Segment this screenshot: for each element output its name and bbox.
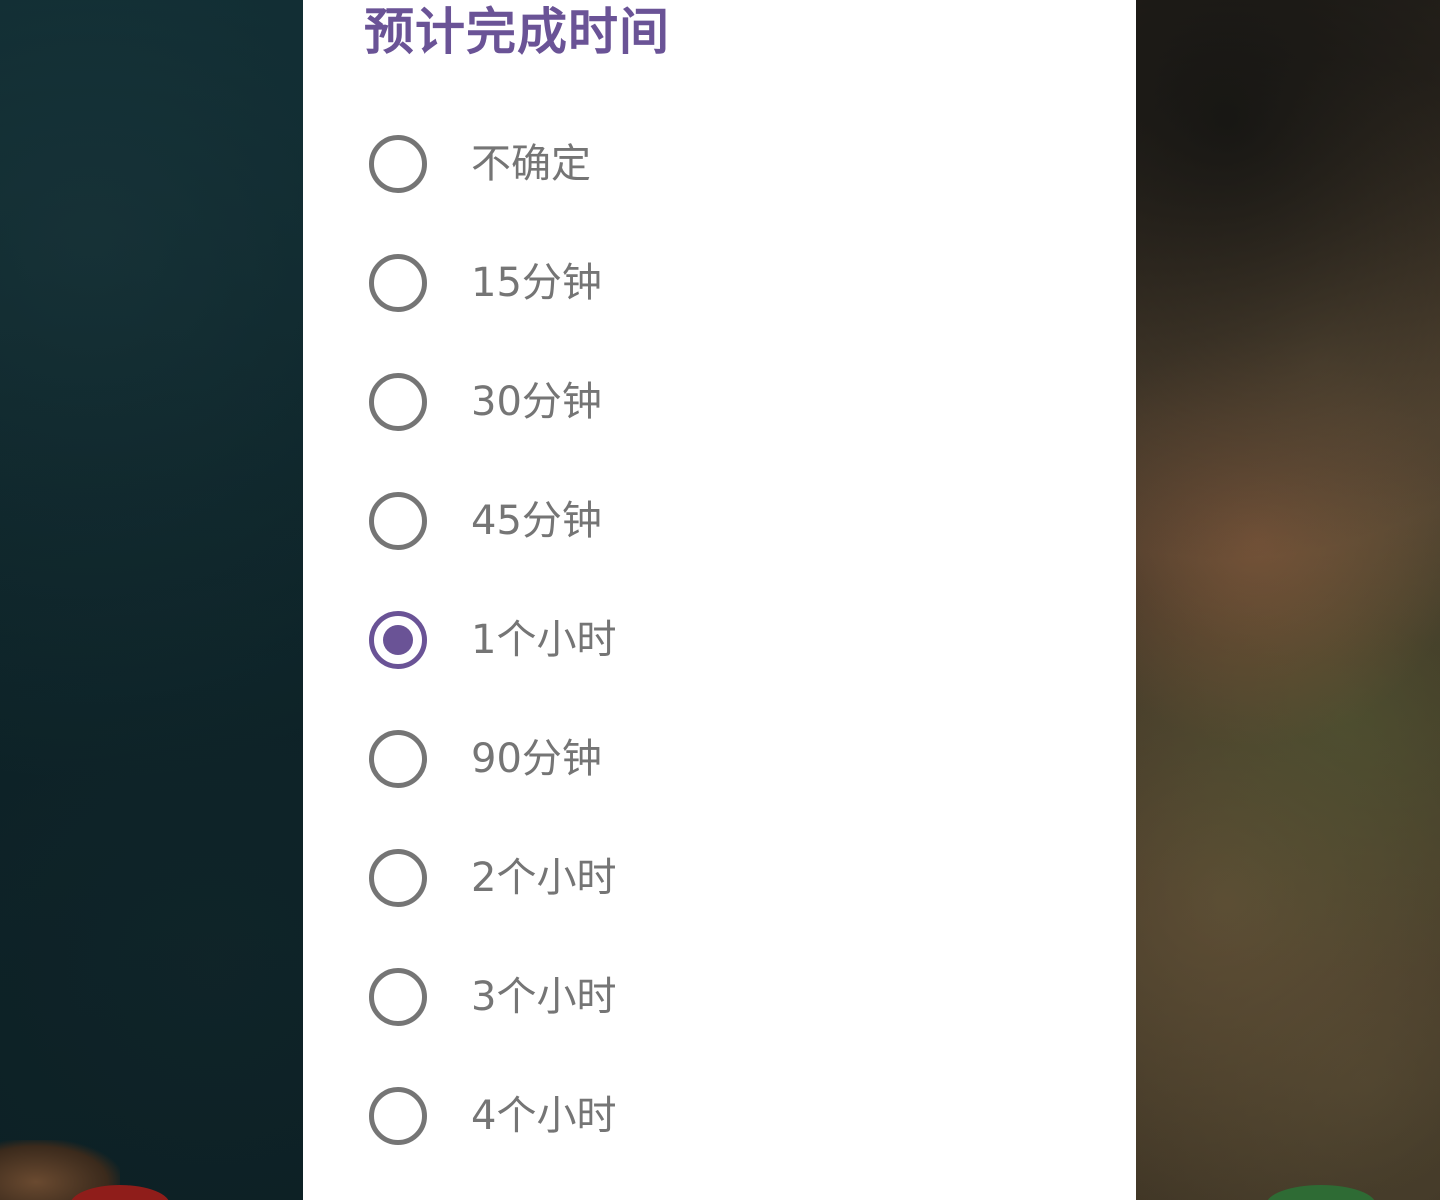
option-label: 1个小时 [471,616,617,663]
option-label: 15分钟 [471,259,602,306]
radio-button-checked[interactable] [369,610,427,669]
background-wallpaper-left [0,0,303,1200]
option-label: 90分钟 [471,735,602,782]
radio-button-unchecked[interactable] [369,372,427,431]
time-option[interactable]: 15分钟 [303,223,1136,342]
time-option[interactable]: 45分钟 [303,461,1136,580]
option-label: 30分钟 [471,378,602,425]
background-wallpaper-right [1136,0,1440,1200]
radio-button-unchecked[interactable] [369,491,427,550]
time-option[interactable]: 30分钟 [303,342,1136,461]
time-option[interactable]: 不确定 [303,104,1136,223]
radio-button-unchecked[interactable] [369,1086,427,1145]
option-label: 2个小时 [471,854,617,901]
time-option-list: 不确定 15分钟 30分钟 45分钟 1个小时 90分钟 2个小时 3个小时 4… [303,104,1136,1175]
background-green-button-partial [1266,1185,1376,1200]
dialog-title: 预计完成时间 [364,3,670,61]
option-label: 45分钟 [471,497,602,544]
radio-button-unchecked[interactable] [369,134,427,193]
option-label: 4个小时 [471,1092,617,1139]
radio-button-unchecked[interactable] [369,967,427,1026]
time-option[interactable]: 4个小时 [303,1056,1136,1175]
estimated-time-dialog: 预计完成时间 不确定 15分钟 30分钟 45分钟 1个小时 90分钟 2个小时… [303,0,1136,1200]
radio-button-unchecked[interactable] [369,848,427,907]
radio-button-unchecked[interactable] [369,253,427,312]
time-option[interactable]: 3个小时 [303,937,1136,1056]
time-option[interactable]: 2个小时 [303,818,1136,937]
radio-checked-dot-icon [383,624,413,655]
option-label: 不确定 [471,140,591,187]
time-option-selected[interactable]: 1个小时 [303,580,1136,699]
radio-button-unchecked[interactable] [369,729,427,788]
option-label: 3个小时 [471,973,617,1020]
time-option[interactable]: 90分钟 [303,699,1136,818]
